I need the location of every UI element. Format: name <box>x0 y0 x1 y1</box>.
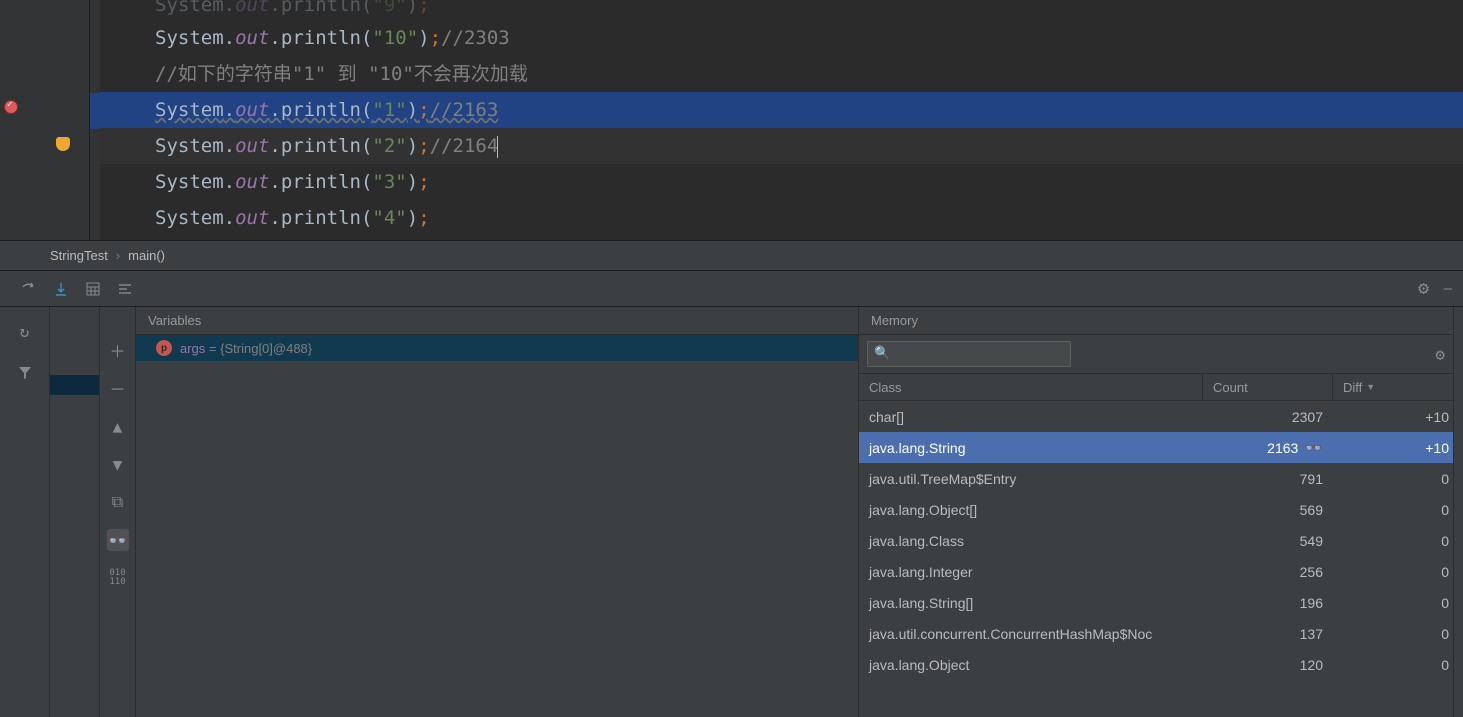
filter-icon[interactable] <box>15 363 35 383</box>
memory-search-input[interactable] <box>867 341 1071 367</box>
memory-table-header: Class Count Diff▼ <box>859 373 1453 401</box>
memory-table-body[interactable]: char[]2307+10java.lang.String2163 👓+10ja… <box>859 401 1453 717</box>
memory-col-class[interactable]: Class <box>859 374 1203 400</box>
breadcrumb[interactable]: StringTest › main() <box>0 240 1463 270</box>
code-content[interactable]: System.out.println("9");System.out.print… <box>100 0 1463 240</box>
debug-actions-strip: ↻ <box>0 307 50 717</box>
code-line[interactable]: //如下的字符串"1" 到 "10"不会再次加载 <box>155 56 1463 92</box>
search-icon: 🔍 <box>874 346 890 361</box>
memory-panel: Memory 🔍 ⚙ Class Count Diff▼ char[]2307+… <box>858 307 1453 717</box>
editor-area: System.out.println("9");System.out.print… <box>0 0 1463 240</box>
memory-col-diff[interactable]: Diff▼ <box>1333 374 1453 400</box>
memory-col-count[interactable]: Count <box>1203 374 1333 400</box>
code-line[interactable]: System.out.println("10");//2303 <box>155 20 1463 56</box>
intention-bulb-icon[interactable] <box>56 137 70 151</box>
memory-row[interactable]: java.lang.String2163 👓+10 <box>859 432 1453 463</box>
settings-gear-icon[interactable]: ⚙ <box>1418 278 1429 299</box>
variables-toolbar: ＋ － ▲ ▼ ⧉ 👓 010110 <box>100 307 136 717</box>
memory-row[interactable]: java.util.concurrent.ConcurrentHashMap$N… <box>859 618 1453 649</box>
breadcrumb-method[interactable]: main() <box>128 248 165 263</box>
memory-row[interactable]: java.lang.Class5490 <box>859 525 1453 556</box>
settings-lines-icon[interactable] <box>116 280 134 298</box>
code-line[interactable]: System.out.println("9"); <box>155 0 1463 20</box>
move-down-icon[interactable]: ▼ <box>107 453 129 475</box>
variable-row[interactable]: pargs = {String[0]@488} <box>136 335 858 361</box>
memory-row[interactable]: char[]2307+10 <box>859 401 1453 432</box>
step-into-icon[interactable] <box>52 280 70 298</box>
copy-icon[interactable]: ⧉ <box>107 491 129 513</box>
variables-panel: Variables pargs = {String[0]@488} <box>136 307 858 717</box>
remove-watch-icon[interactable]: － <box>107 377 129 399</box>
memory-row[interactable]: java.util.TreeMap$Entry7910 <box>859 463 1453 494</box>
tracked-icon: 👓 <box>1304 439 1323 457</box>
code-line[interactable]: System.out.println("1");//2163 <box>100 92 1463 128</box>
breadcrumb-separator: › <box>116 248 120 263</box>
memory-row[interactable]: java.lang.Object[]5690 <box>859 494 1453 525</box>
rerun-icon[interactable]: ↻ <box>15 321 35 341</box>
binary-icon[interactable]: 010110 <box>107 567 129 589</box>
glasses-icon[interactable]: 👓 <box>107 529 129 551</box>
frames-strip[interactable] <box>50 307 100 717</box>
calculator-icon[interactable] <box>84 280 102 298</box>
code-line[interactable]: System.out.println("2");//2164 <box>100 128 1463 164</box>
editor-gutter[interactable] <box>0 0 90 240</box>
right-strip <box>1453 307 1463 717</box>
selection-strip <box>90 0 100 240</box>
code-line[interactable]: System.out.println("3"); <box>155 164 1463 200</box>
sort-desc-icon: ▼ <box>1366 382 1375 392</box>
debug-toolbar: ⚙ — <box>0 270 1463 306</box>
breadcrumb-class[interactable]: StringTest <box>50 248 108 263</box>
memory-row[interactable]: java.lang.Object1200 <box>859 649 1453 680</box>
memory-tab[interactable]: Memory <box>859 307 1453 335</box>
code-line[interactable]: System.out.println("4"); <box>155 200 1463 236</box>
step-over-icon[interactable] <box>20 280 38 298</box>
variables-tab[interactable]: Variables <box>136 307 858 335</box>
move-up-icon[interactable]: ▲ <box>107 415 129 437</box>
memory-row[interactable]: java.lang.String[]1960 <box>859 587 1453 618</box>
frames-selected-item[interactable] <box>50 375 99 395</box>
memory-settings-icon[interactable]: ⚙ <box>1435 345 1445 364</box>
param-icon: p <box>156 340 172 356</box>
breakpoint-icon[interactable] <box>4 100 18 114</box>
add-watch-icon[interactable]: ＋ <box>107 339 129 361</box>
minimize-icon[interactable]: — <box>1439 280 1457 298</box>
debug-panels: ↻ ＋ － ▲ ▼ ⧉ 👓 010110 Variables pargs = {… <box>0 306 1463 717</box>
memory-row[interactable]: java.lang.Integer2560 <box>859 556 1453 587</box>
